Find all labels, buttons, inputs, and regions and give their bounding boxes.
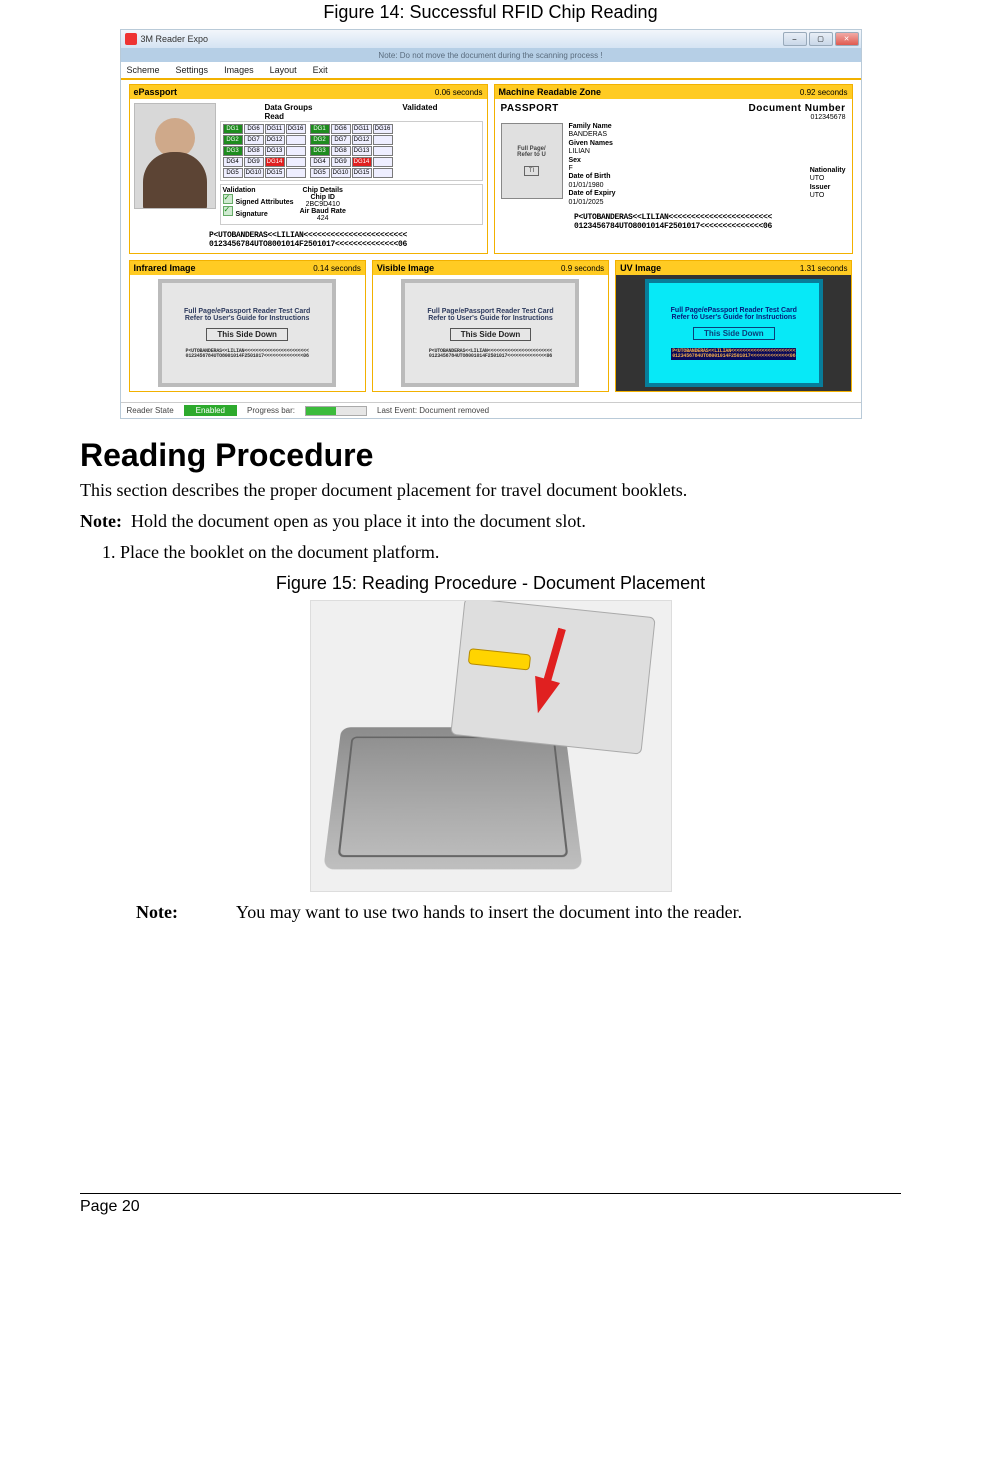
window-title: 3M Reader Expo bbox=[141, 34, 209, 44]
mrz-lines: P<UTOBANDERAS<<LILIAN<<<<<<<<<<<<<<<<<<<… bbox=[495, 211, 852, 235]
field-column-1: Family NameBANDERAS Given NamesLILIAN Se… bbox=[569, 123, 616, 207]
panel-title: ePassport bbox=[134, 87, 178, 97]
reader-window: 3M Reader Expo – ▢ ✕ Note: Do not move t… bbox=[120, 29, 862, 419]
doc-number: Document Number012345678 bbox=[749, 103, 846, 121]
datagroup-grid: DG1DG6DG11DG16 DG2DG7DG12 DG3DG8DG13 DG4… bbox=[220, 121, 483, 181]
panel-epassport: ePassport 0.06 seconds Data GroupsRead Val… bbox=[129, 84, 488, 254]
document-booklet bbox=[450, 600, 655, 755]
figure-14-caption: Figure 14: Successful RFID Chip Reading bbox=[80, 2, 901, 23]
progress-bar bbox=[305, 406, 367, 416]
dg-validated-header: Validated bbox=[402, 103, 437, 121]
note-1: Note: Hold the document open as you plac… bbox=[80, 511, 901, 532]
statusbar: Reader State Enabled Progress bar: Last … bbox=[121, 402, 861, 418]
panel-time: 0.92 seconds bbox=[800, 88, 848, 97]
step-1: Place the booklet on the document platfo… bbox=[120, 542, 901, 563]
page-number: Page 20 bbox=[80, 1198, 140, 1215]
intro-paragraph: This section describes the proper docume… bbox=[80, 480, 901, 501]
validation-block: Validation Signed Attributes Signature bbox=[223, 187, 294, 222]
field-column-2: NationalityUTO IssuerUTO bbox=[810, 123, 846, 207]
menu-images[interactable]: Images bbox=[224, 65, 254, 75]
step-list: Place the booklet on the document platfo… bbox=[120, 542, 901, 563]
dg-read-header: Data GroupsRead bbox=[264, 103, 312, 121]
panel-mrz: Machine Readable Zone 0.92 seconds PASSPO… bbox=[494, 84, 853, 254]
passport-photo bbox=[134, 103, 216, 209]
reader-state-value: Enabled bbox=[184, 405, 237, 416]
figure-15-image bbox=[310, 600, 672, 892]
reader-tray bbox=[323, 727, 582, 869]
mrz-card-thumb: Full Page/ Refer to U TI bbox=[501, 123, 563, 199]
titlebar: 3M Reader Expo – ▢ ✕ bbox=[121, 30, 861, 48]
mrz-lines: P<UTOBANDERAS<<LILIAN<<<<<<<<<<<<<<<<<<<… bbox=[130, 229, 487, 253]
menu-exit[interactable]: Exit bbox=[313, 65, 328, 75]
panel-time: 0.06 seconds bbox=[435, 88, 483, 97]
doc-type: PASSPORT bbox=[501, 103, 559, 121]
close-button[interactable]: ✕ bbox=[835, 32, 859, 46]
page-footer: Page 20 bbox=[80, 1193, 901, 1216]
panel-title: Machine Readable Zone bbox=[499, 87, 602, 97]
menu-layout[interactable]: Layout bbox=[270, 65, 297, 75]
info-bar: Note: Do not move the document during th… bbox=[121, 48, 861, 62]
chip-details-block: Chip Details Chip ID2BC9D410 Air Baud Ra… bbox=[300, 187, 346, 222]
note-2: Note: You may want to use two hands to i… bbox=[136, 902, 901, 923]
panel-uv: UV Image1.31 seconds Full Page/ePassport… bbox=[615, 260, 852, 392]
uv-card: Full Page/ePassport Reader Test CardRefe… bbox=[645, 279, 823, 387]
ir-card: Full Page/ePassport Reader Test CardRefe… bbox=[158, 279, 336, 387]
menubar: Scheme Settings Images Layout Exit bbox=[121, 62, 861, 80]
section-heading: Reading Procedure bbox=[80, 437, 901, 474]
app-icon bbox=[125, 33, 137, 45]
minimize-button[interactable]: – bbox=[783, 32, 807, 46]
menu-settings[interactable]: Settings bbox=[176, 65, 209, 75]
figure-15-caption: Figure 15: Reading Procedure - Document … bbox=[80, 573, 901, 594]
maximize-button[interactable]: ▢ bbox=[809, 32, 833, 46]
menu-scheme[interactable]: Scheme bbox=[127, 65, 160, 75]
last-event: Last Event: Document removed bbox=[377, 406, 489, 415]
panel-visible: Visible Image0.9 seconds Full Page/ePass… bbox=[372, 260, 609, 392]
vis-card: Full Page/ePassport Reader Test CardRefe… bbox=[401, 279, 579, 387]
panel-infrared: Infrared Image0.14 seconds Full Page/ePa… bbox=[129, 260, 366, 392]
